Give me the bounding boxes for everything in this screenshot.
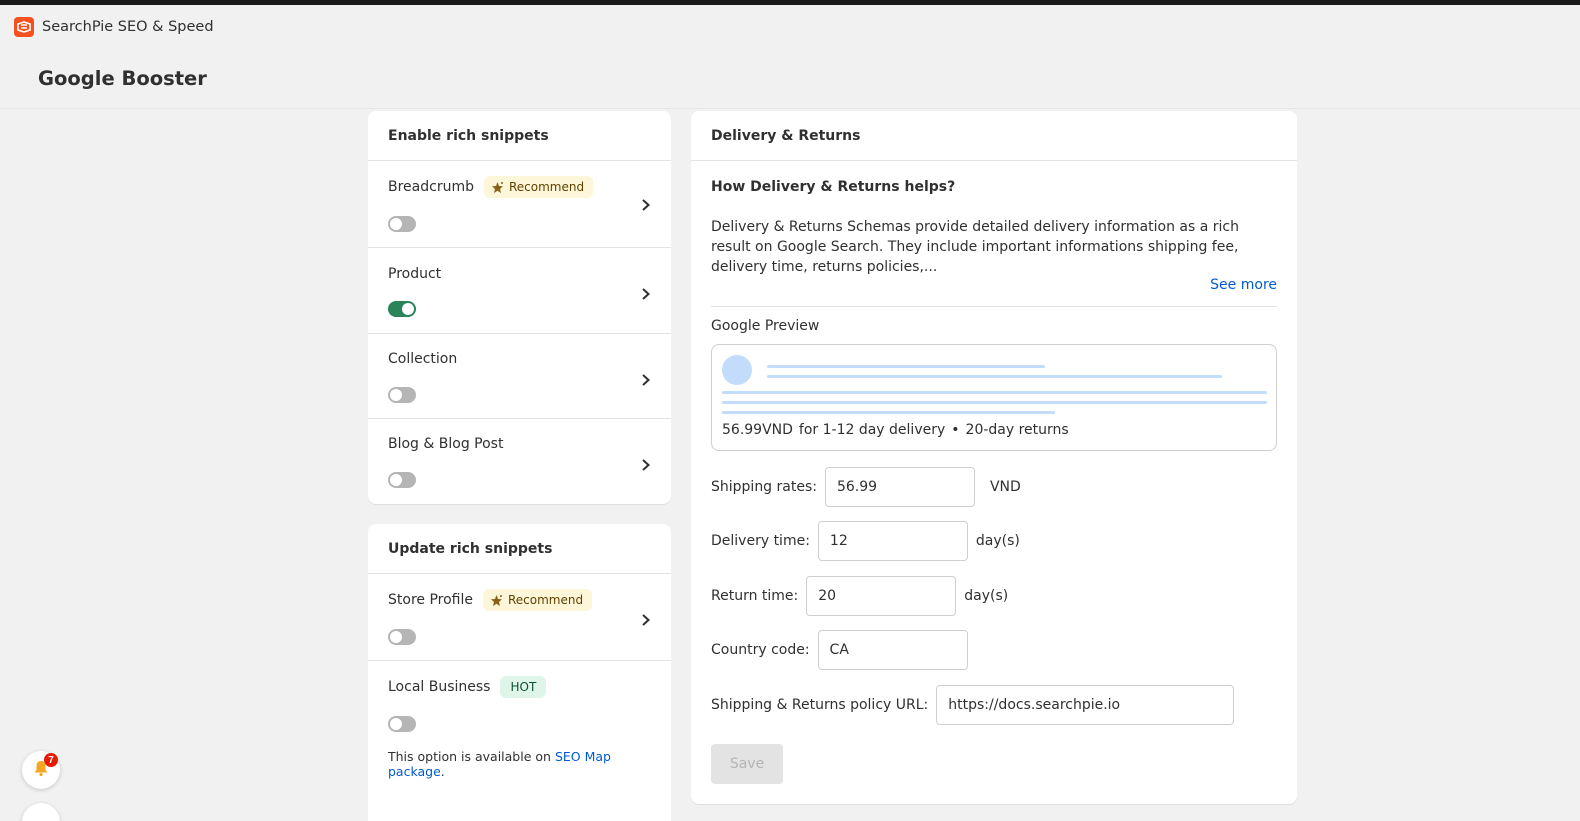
enable-rich-snippets-card: Enable rich snippets Breadcrumb Recommen… xyxy=(368,111,671,504)
page-header: Google Booster xyxy=(0,49,1580,109)
policy-url-row: Shipping & Returns policy URL: https://d… xyxy=(711,685,1235,725)
preview-line xyxy=(767,365,1045,368)
card-title: Update rich snippets xyxy=(368,524,671,574)
country-code-input[interactable]: CA xyxy=(817,630,968,670)
snippet-label: Collection xyxy=(388,351,458,367)
hot-badge: HOT xyxy=(500,676,547,698)
return-time-label: Return time: xyxy=(711,588,799,604)
section-description: Delivery & Returns Schemas provide detai… xyxy=(711,219,1239,275)
snippet-label: Local Business xyxy=(388,679,491,695)
google-preview-box: 56.99VND for 1-12 day delivery • 20-day … xyxy=(711,344,1277,451)
snippet-row-store-profile[interactable]: Store Profile Recommend xyxy=(368,574,671,661)
return-time-input[interactable]: 20 xyxy=(806,576,957,616)
country-code-label: Country code: xyxy=(711,642,810,658)
local-business-toggle[interactable] xyxy=(388,716,416,732)
shipping-rates-label: Shipping rates: xyxy=(711,479,817,495)
recommend-badge: Recommend xyxy=(483,176,594,198)
app-name[interactable]: SearchPie SEO & Speed xyxy=(42,19,214,35)
shipping-currency: VND xyxy=(989,479,1021,495)
snippet-label: Product xyxy=(388,266,442,282)
policy-url-input[interactable]: https://docs.searchpie.io xyxy=(936,685,1235,725)
store-profile-toggle[interactable] xyxy=(388,629,416,645)
google-preview-label: Google Preview xyxy=(711,318,820,334)
snippet-row-product[interactable]: Product xyxy=(368,248,671,334)
preview-line xyxy=(722,411,1055,414)
collection-toggle[interactable] xyxy=(388,387,416,403)
searchpie-logo-icon[interactable] xyxy=(14,17,34,37)
notifications-button[interactable]: 7 xyxy=(22,751,60,789)
see-more-link[interactable]: See more xyxy=(1210,277,1277,293)
star-icon xyxy=(491,181,504,194)
blog-toggle[interactable] xyxy=(388,472,416,488)
preview-line xyxy=(722,391,1267,394)
divider xyxy=(711,306,1277,307)
chevron-right-icon[interactable] xyxy=(641,198,651,212)
snippet-row-collection[interactable]: Collection xyxy=(368,334,671,419)
page-title: Google Booster xyxy=(38,67,207,90)
shipping-rates-input[interactable]: 56.99 xyxy=(824,467,975,507)
delivery-time-label: Delivery time: xyxy=(711,533,810,549)
app-bar: SearchPie SEO & Speed xyxy=(0,5,1580,49)
delivery-returns-card: Delivery & Returns How Delivery & Return… xyxy=(691,111,1297,804)
card-title: Enable rich snippets xyxy=(368,111,671,161)
save-button[interactable]: Save xyxy=(711,744,783,784)
snippet-row-local-business[interactable]: Local Business HOT This option is availa… xyxy=(368,661,671,797)
chevron-right-icon[interactable] xyxy=(641,613,651,627)
chevron-right-icon[interactable] xyxy=(641,458,651,472)
return-time-unit: day(s) xyxy=(964,588,1009,604)
recommend-badge: Recommend xyxy=(482,589,593,611)
policy-url-label: Shipping & Returns policy URL: xyxy=(711,697,929,713)
shipping-rates-row: Shipping rates: 56.99 VND xyxy=(711,467,1021,507)
floating-button[interactable] xyxy=(22,803,60,821)
country-code-row: Country code: CA xyxy=(711,630,968,670)
product-toggle[interactable] xyxy=(388,301,416,317)
snippet-row-blog[interactable]: Blog & Blog Post xyxy=(368,419,671,503)
snippet-label: Breadcrumb xyxy=(388,179,474,195)
preview-line xyxy=(722,401,1267,404)
star-icon xyxy=(490,594,503,607)
delivery-time-row: Delivery time: 12 day(s) xyxy=(711,521,1020,561)
return-time-row: Return time: 20 day(s) xyxy=(711,576,1008,616)
update-rich-snippets-card: Update rich snippets Store Profile Recom… xyxy=(368,524,671,821)
preview-line xyxy=(767,375,1222,378)
delivery-time-unit: day(s) xyxy=(975,533,1020,549)
breadcrumb-toggle[interactable] xyxy=(388,216,416,232)
package-note: This option is available on SEO Map pack… xyxy=(388,749,611,779)
section-heading: How Delivery & Returns helps? xyxy=(711,179,956,195)
chevron-right-icon[interactable] xyxy=(641,373,651,387)
preview-delivery-text: 56.99VND for 1-12 day delivery • 20-day … xyxy=(722,422,1069,438)
preview-favicon-placeholder xyxy=(722,355,752,385)
notification-count-badge: 7 xyxy=(44,753,58,767)
card-title: Delivery & Returns xyxy=(691,111,1297,161)
snippet-label: Store Profile xyxy=(388,592,473,608)
chevron-right-icon[interactable] xyxy=(641,287,651,301)
snippet-label: Blog & Blog Post xyxy=(388,436,504,452)
delivery-time-input[interactable]: 12 xyxy=(817,521,968,561)
snippet-row-breadcrumb[interactable]: Breadcrumb Recommend xyxy=(368,161,671,248)
